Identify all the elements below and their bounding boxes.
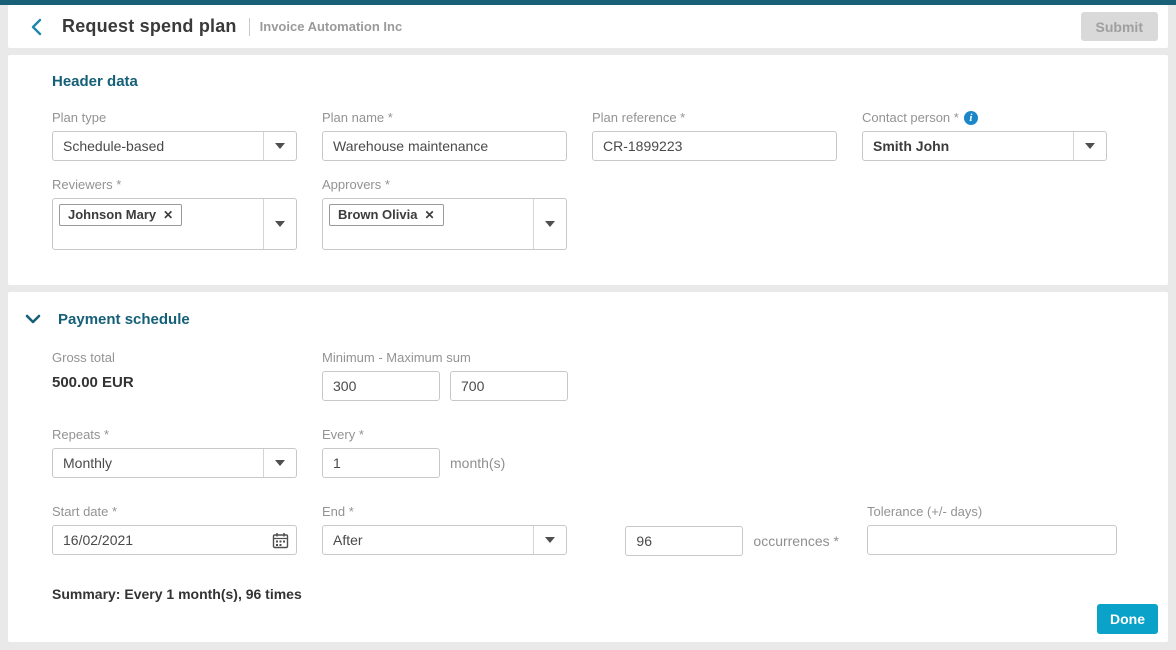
dropdown-arrow-icon[interactable] [263, 132, 296, 160]
min-max-inputs [322, 371, 567, 401]
repeats-value: Monthly [53, 449, 263, 477]
company-subtitle: Invoice Automation Inc [260, 19, 403, 34]
reviewers-field: Reviewers * Johnson Mary ✕ [52, 177, 297, 250]
maximum-sum-input[interactable] [450, 371, 568, 401]
plan-name-field: Plan name * [322, 110, 567, 161]
plan-type-value: Schedule-based [53, 132, 263, 160]
end-field: End * After [322, 504, 567, 556]
min-max-label: Minimum - Maximum sum [322, 350, 567, 365]
plan-reference-label: Plan reference * [592, 110, 837, 125]
page-title: Request spend plan [62, 16, 237, 37]
done-button[interactable]: Done [1097, 604, 1158, 634]
page-header: Request spend plan Invoice Automation In… [8, 5, 1168, 48]
start-date-input[interactable] [53, 532, 264, 548]
contact-person-label: Contact person * i [862, 110, 1107, 125]
approvers-label: Approvers * [322, 177, 567, 192]
header-data-title: Header data [52, 73, 1128, 90]
reviewer-tag: Johnson Mary ✕ [59, 204, 182, 226]
contact-person-select[interactable]: Smith John [862, 131, 1107, 161]
calendar-button[interactable] [264, 532, 296, 549]
min-max-field: Minimum - Maximum sum [322, 350, 567, 401]
header-data-row-1: Plan type Schedule-based Plan name * Pla… [52, 110, 1128, 161]
payment-row-1: Gross total 500.00 EUR Minimum - Maximum… [52, 350, 1128, 401]
dropdown-arrow-icon[interactable] [1073, 132, 1106, 160]
end-select[interactable]: After [322, 525, 567, 555]
plan-type-select[interactable]: Schedule-based [52, 131, 297, 161]
schedule-summary-text: Summary: Every 1 month(s), 96 times [52, 586, 1128, 602]
dropdown-arrow-icon[interactable] [263, 199, 296, 249]
plan-reference-input[interactable] [592, 131, 837, 161]
remove-tag-icon[interactable]: ✕ [163, 208, 173, 222]
contact-person-field: Contact person * i Smith John [862, 110, 1107, 161]
start-date-control [52, 525, 297, 555]
gross-total-field: Gross total 500.00 EUR [52, 350, 297, 401]
reviewers-label: Reviewers * [52, 177, 297, 192]
payment-row-3: Start date * [52, 504, 1128, 556]
occurrences-input[interactable] [625, 526, 743, 556]
payment-row-2: Repeats * Monthly Every * month(s) [52, 427, 1128, 478]
title-divider [249, 18, 250, 36]
header-data-row-2: Reviewers * Johnson Mary ✕ Approvers * B… [52, 177, 1128, 250]
dropdown-arrow-icon[interactable] [263, 449, 296, 477]
occurrences-field: occurrences * [592, 504, 839, 556]
repeats-label: Repeats * [52, 427, 297, 442]
every-unit-text: month(s) [450, 455, 505, 471]
end-value: After [323, 526, 533, 554]
plan-name-input[interactable] [322, 131, 567, 161]
info-icon[interactable]: i [964, 111, 978, 125]
approver-tag-name: Brown Olivia [338, 207, 417, 222]
gross-total-value: 500.00 EUR [52, 374, 297, 391]
plan-type-field: Plan type Schedule-based [52, 110, 297, 161]
end-label: End * [322, 504, 567, 519]
repeats-select[interactable]: Monthly [52, 448, 297, 478]
calendar-icon [272, 532, 289, 549]
payment-schedule-header: Payment schedule [22, 308, 1128, 330]
start-date-label: Start date * [52, 504, 297, 519]
payment-schedule-body: Gross total 500.00 EUR Minimum - Maximum… [22, 350, 1128, 602]
start-date-field: Start date * [52, 504, 297, 556]
tolerance-field: Tolerance (+/- days) [867, 504, 1117, 556]
approvers-field: Approvers * Brown Olivia ✕ [322, 177, 567, 250]
payment-schedule-title: Payment schedule [58, 311, 190, 328]
every-field: Every * month(s) [322, 427, 567, 478]
remove-tag-icon[interactable]: ✕ [424, 208, 434, 222]
submit-button[interactable]: Submit [1081, 12, 1158, 41]
every-input-row: month(s) [322, 448, 567, 478]
reviewer-tag-name: Johnson Mary [68, 207, 156, 222]
dropdown-arrow-icon[interactable] [533, 199, 566, 249]
minimum-sum-input[interactable] [322, 371, 440, 401]
chevron-down-icon [25, 314, 41, 324]
collapse-section-button[interactable] [22, 308, 44, 330]
gross-total-label: Gross total [52, 350, 297, 365]
plan-type-label: Plan type [52, 110, 297, 125]
header-data-section: Header data Plan type Schedule-based Pla… [8, 55, 1168, 285]
every-label: Every * [322, 427, 567, 442]
back-button[interactable] [24, 14, 50, 40]
contact-person-label-text: Contact person * [862, 110, 959, 125]
tolerance-input[interactable] [867, 525, 1117, 555]
repeats-field: Repeats * Monthly [52, 427, 297, 478]
chevron-left-icon [30, 18, 44, 36]
payment-schedule-section: Payment schedule Gross total 500.00 EUR … [8, 292, 1168, 642]
occurrences-suffix-text: occurrences * [753, 533, 839, 549]
approvers-multiselect[interactable]: Brown Olivia ✕ [322, 198, 567, 250]
dropdown-arrow-icon[interactable] [533, 526, 566, 554]
approvers-tags: Brown Olivia ✕ [323, 199, 533, 249]
plan-name-label: Plan name * [322, 110, 567, 125]
every-input[interactable] [322, 448, 440, 478]
tolerance-label: Tolerance (+/- days) [867, 504, 1117, 519]
contact-person-value: Smith John [863, 132, 1073, 160]
reviewers-tags: Johnson Mary ✕ [53, 199, 263, 249]
reviewers-multiselect[interactable]: Johnson Mary ✕ [52, 198, 297, 250]
plan-reference-field: Plan reference * [592, 110, 837, 161]
occurrences-input-row: occurrences * [625, 526, 839, 556]
approver-tag: Brown Olivia ✕ [329, 204, 444, 226]
